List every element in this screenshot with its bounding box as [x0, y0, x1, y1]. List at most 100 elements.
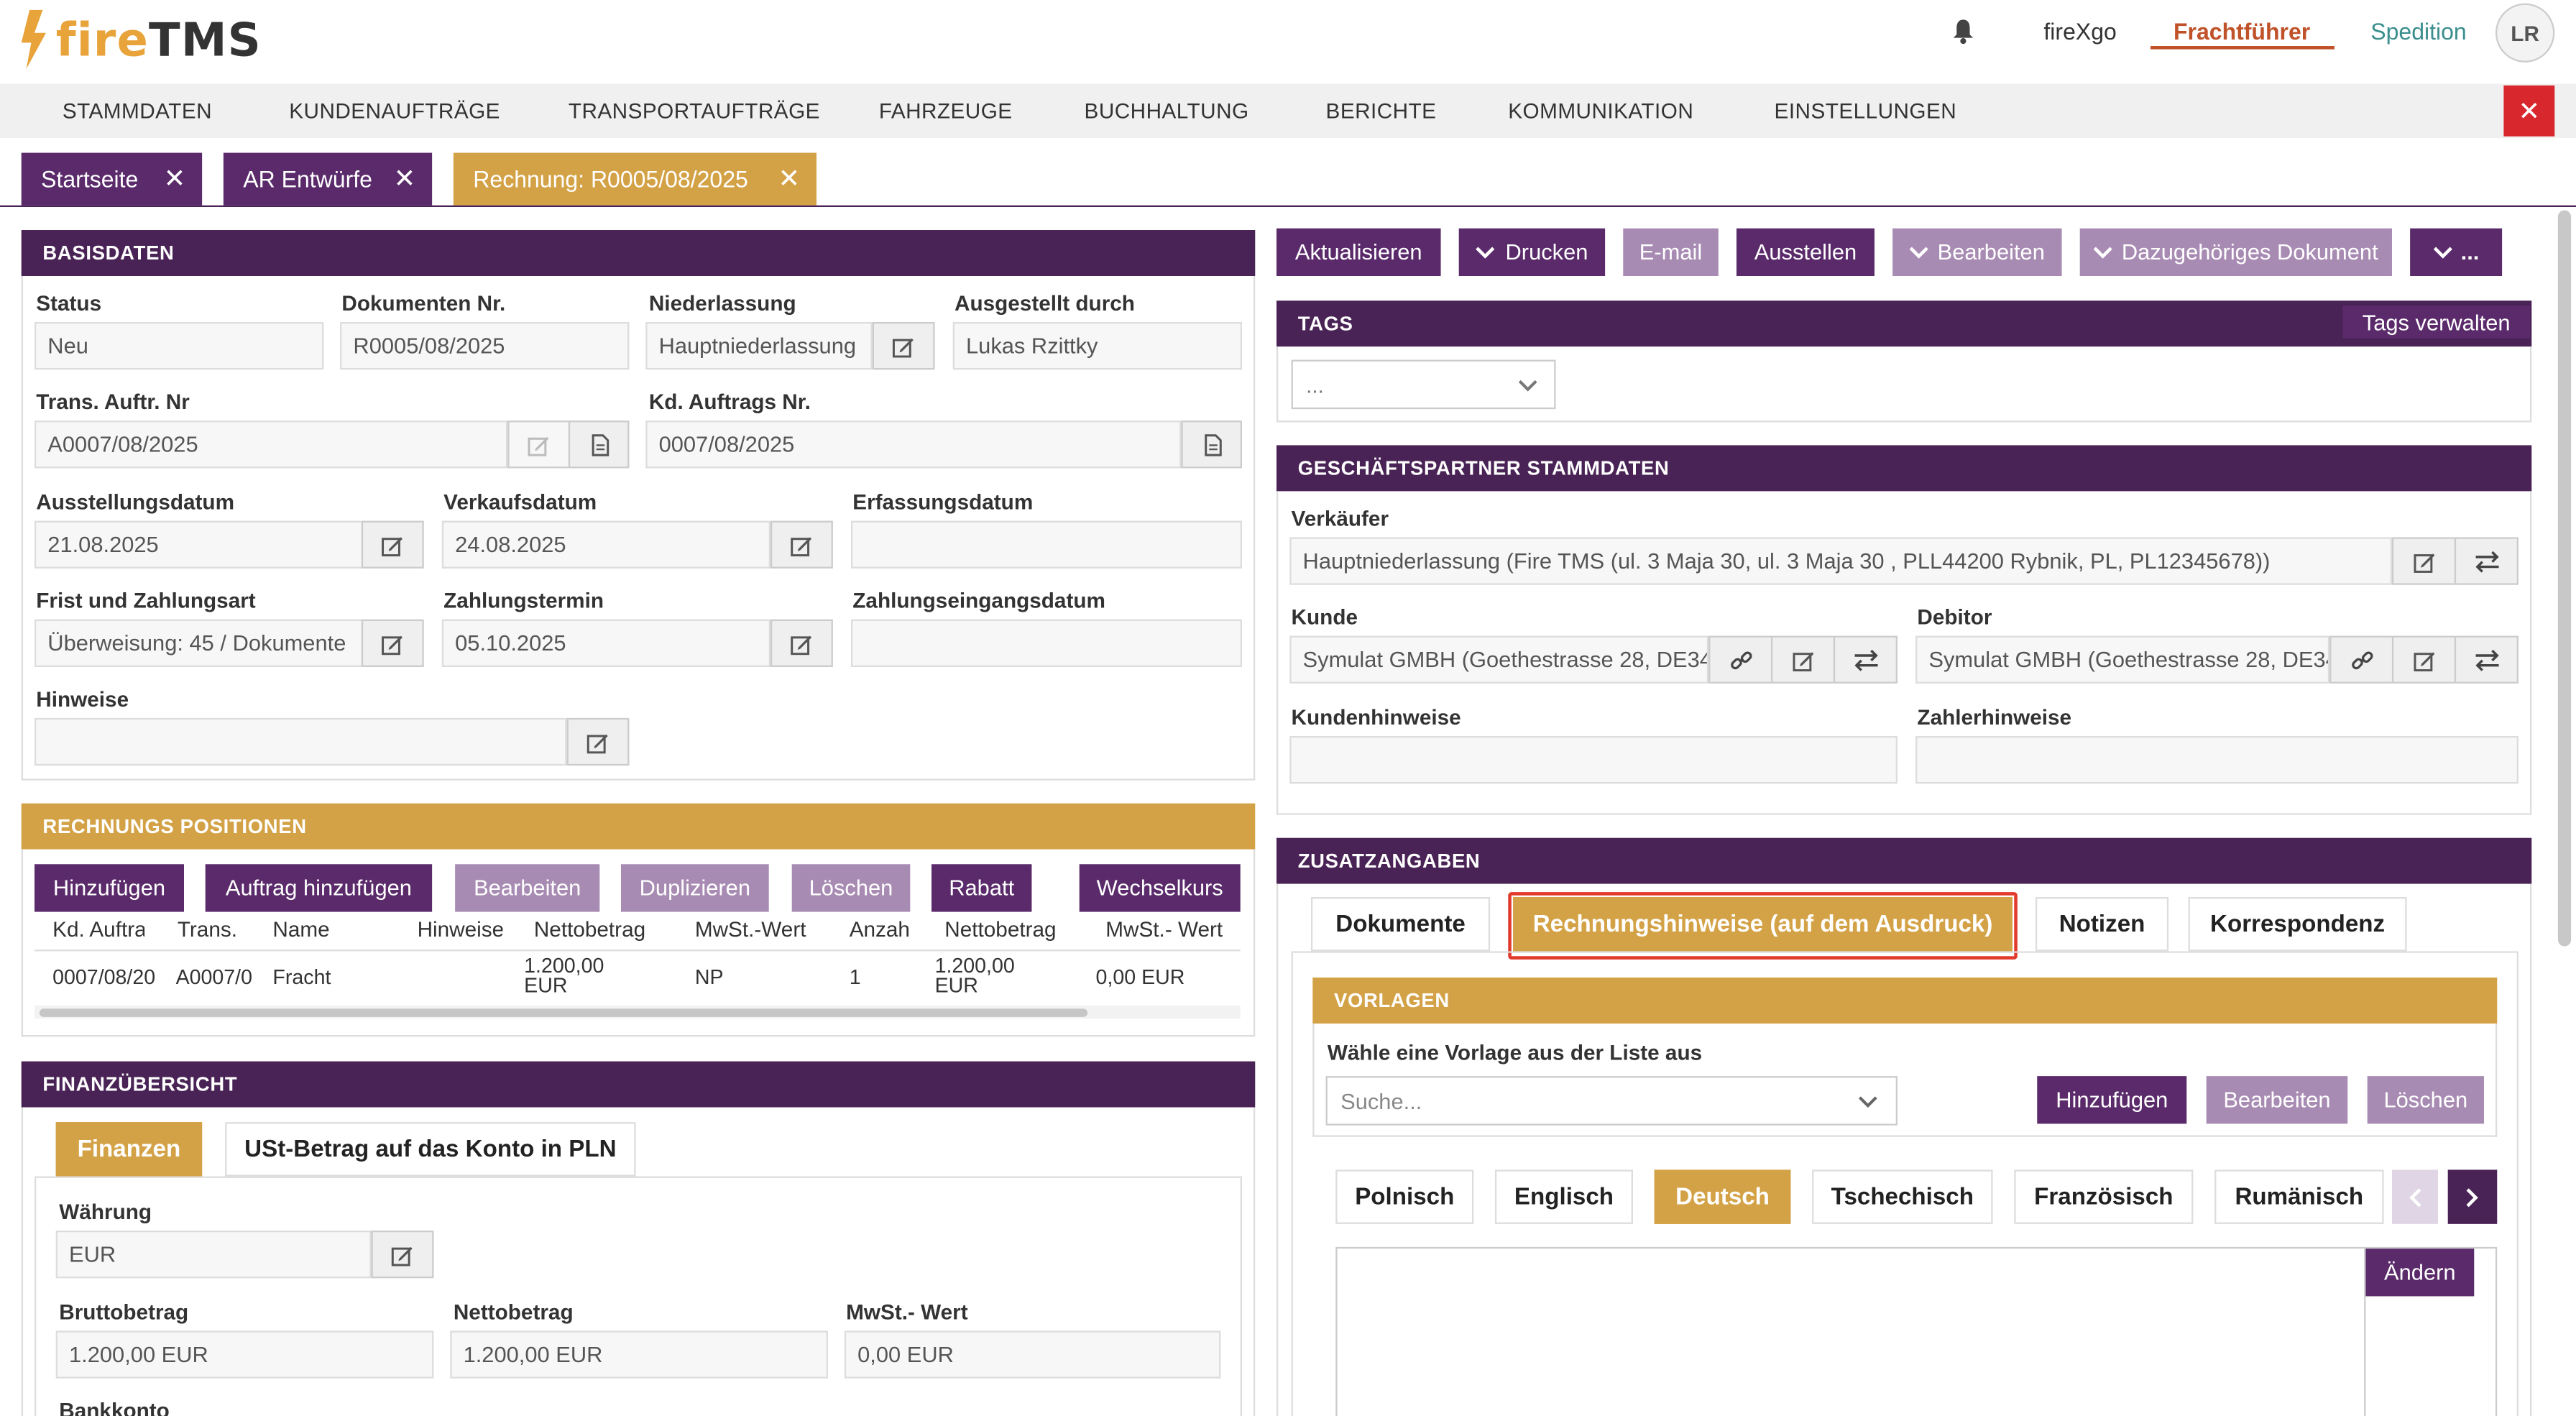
ztermin-field[interactable]: 05.10.2025: [441, 619, 770, 667]
duplizieren-button[interactable]: Duplizieren: [620, 864, 769, 912]
loeschen-button[interactable]: Löschen: [791, 864, 911, 912]
debitor-field[interactable]: Symulat GMBH (Goethestrasse 28, DE34: [1915, 635, 2330, 684]
tags-verwalten-button[interactable]: Tags verwalten: [2342, 305, 2530, 339]
aendern-button[interactable]: Ändern: [2365, 1249, 2475, 1297]
more-actions-button[interactable]: ...: [2410, 228, 2503, 276]
close-icon[interactable]: ✕: [394, 162, 416, 196]
firetms-logo[interactable]: fireTMS: [19, 9, 261, 69]
edit-button[interactable]: [566, 717, 630, 766]
frist-field[interactable]: Überweisung: 45 / Dokumente: [34, 619, 364, 667]
close-all-button[interactable]: ✕: [2503, 85, 2555, 137]
ausst-field[interactable]: 21.08.2025: [34, 520, 364, 569]
lang-tab-tschechisch[interactable]: Tschechisch: [1812, 1169, 1993, 1224]
waehrung-field[interactable]: EUR: [55, 1230, 372, 1279]
avatar[interactable]: LR: [2495, 3, 2555, 63]
kd-field[interactable]: 0007/08/2025: [645, 420, 1182, 469]
column-header[interactable]: MwSt.- Wert: [1105, 916, 1237, 941]
lang-prev-button[interactable]: [2391, 1169, 2438, 1224]
tab-ust-pln[interactable]: USt-Betrag auf das Konto in PLN: [225, 1122, 636, 1177]
edit-button[interactable]: [1770, 635, 1836, 684]
menu-einstellungen[interactable]: EINSTELLUNGEN: [1775, 98, 1957, 123]
column-header[interactable]: Trans.: [178, 916, 252, 941]
hinweise-field[interactable]: [34, 717, 567, 766]
wechselkurs-button[interactable]: Wechselkurs: [1079, 864, 1241, 912]
bearbeiten-dropdown-button[interactable]: Bearbeiten: [1892, 228, 2062, 276]
column-header[interactable]: Anzah: [850, 916, 915, 941]
swap-button[interactable]: [2454, 537, 2518, 585]
lang-tab-rumaenisch[interactable]: Rumänisch: [2214, 1169, 2384, 1224]
role-spedition[interactable]: Spedition: [2370, 18, 2466, 45]
user-link[interactable]: fireXgo: [2043, 18, 2116, 45]
aktualisieren-button[interactable]: Aktualisieren: [1276, 228, 1441, 276]
menu-kundenauftraege[interactable]: KUNDENAUFTRÄGE: [289, 98, 500, 123]
ausstellen-button[interactable]: Ausstellen: [1736, 228, 1874, 276]
tab-dokumente[interactable]: Dokumente: [1310, 896, 1491, 952]
page-scrollbar[interactable]: [2557, 210, 2572, 947]
document-button[interactable]: [568, 420, 630, 469]
edit-button[interactable]: [770, 619, 833, 667]
lang-tab-polnisch[interactable]: Polnisch: [1335, 1169, 1474, 1224]
menu-kommunikation[interactable]: KOMMUNIKATION: [1508, 98, 1693, 123]
menu-fahrzeuge[interactable]: FAHRZEUGE: [879, 98, 1013, 123]
edit-button[interactable]: [872, 321, 935, 370]
tab-korrespondenz[interactable]: Korrespondenz: [2188, 896, 2407, 952]
rabatt-button[interactable]: Rabatt: [931, 864, 1032, 912]
tab-startseite[interactable]: Startseite ✕: [21, 152, 203, 206]
column-header[interactable]: Nettobetrag: [944, 916, 1076, 941]
close-icon[interactable]: ✕: [778, 162, 800, 196]
column-header[interactable]: Hinweise: [418, 916, 503, 941]
vorlage-search-select[interactable]: Suche...: [1325, 1076, 1898, 1126]
tab-rechnungshinweise[interactable]: Rechnungshinweise (auf dem Ausdruck): [1513, 896, 2012, 952]
close-icon[interactable]: ✕: [164, 162, 186, 196]
zahlerhinweise-field[interactable]: [1915, 735, 2518, 784]
column-header[interactable]: Kd. Auftra: [52, 916, 144, 941]
tab-ar-entwuerfe[interactable]: AR Entwürfe ✕: [223, 152, 433, 206]
brutto-field[interactable]: 1.200,00 EUR: [55, 1330, 434, 1379]
ausgestellt-field[interactable]: Lukas Rzittky: [952, 321, 1242, 370]
rechnungshinweise-text-area[interactable]: [1335, 1246, 2498, 1416]
zeingang-field[interactable]: [850, 619, 1242, 667]
edit-button[interactable]: [361, 520, 424, 569]
verkaeufer-field[interactable]: Hauptniederlassung (Fire TMS (ul. 3 Maja…: [1289, 537, 2392, 585]
link-button[interactable]: [2329, 635, 2394, 684]
document-button[interactable]: [1181, 420, 1242, 469]
tab-rechnung[interactable]: Rechnung: R0005/08/2025 ✕: [453, 152, 816, 206]
dazugehoeriges-dokument-button[interactable]: Dazugehöriges Dokument: [2079, 228, 2392, 276]
menu-buchhaltung[interactable]: BUCHHALTUNG: [1085, 98, 1249, 123]
notification-bell-icon[interactable]: [1951, 18, 1974, 45]
link-button[interactable]: [1708, 635, 1773, 684]
lang-next-button[interactable]: [2447, 1169, 2498, 1224]
vorlage-bearbeiten-button[interactable]: Bearbeiten: [2206, 1076, 2348, 1124]
edit-button[interactable]: [770, 520, 833, 569]
email-button[interactable]: E-mail: [1623, 228, 1719, 276]
tab-notizen[interactable]: Notizen: [2035, 896, 2169, 952]
lang-tab-franzoesisch[interactable]: Französisch: [2014, 1169, 2194, 1224]
column-header[interactable]: Name: [272, 916, 387, 941]
trans-field[interactable]: A0007/08/2025: [34, 420, 508, 469]
menu-stammdaten[interactable]: STAMMDATEN: [63, 98, 212, 123]
doknr-field[interactable]: R0005/08/2025: [340, 321, 630, 370]
menu-transportauftraege[interactable]: TRANSPORTAUFTRÄGE: [569, 98, 820, 123]
role-frachtfuehrer[interactable]: Frachtführer: [2174, 18, 2310, 45]
tab-finanzen[interactable]: Finanzen: [55, 1122, 203, 1177]
table-row[interactable]: 0007/08/20 A0007/0 Fracht 1.200,00 EUR N…: [34, 953, 1241, 1003]
kundenhinweise-field[interactable]: [1289, 735, 1898, 784]
edit-button[interactable]: [2391, 635, 2457, 684]
mwst-field[interactable]: 0,00 EUR: [844, 1330, 1221, 1379]
drucken-button[interactable]: Drucken: [1458, 228, 1606, 276]
tags-select[interactable]: ...: [1291, 359, 1556, 410]
lang-tab-englisch[interactable]: Englisch: [1494, 1169, 1633, 1224]
edit-button[interactable]: [2391, 537, 2457, 585]
status-field[interactable]: Neu: [34, 321, 324, 370]
kunde-field[interactable]: Symulat GMBH (Goethestrasse 28, DE34: [1289, 635, 1709, 684]
column-header[interactable]: MwSt.-Wert: [695, 916, 827, 941]
menu-berichte[interactable]: BERICHTE: [1326, 98, 1437, 123]
erf-field[interactable]: [850, 520, 1242, 569]
swap-button[interactable]: [1833, 635, 1898, 684]
swap-button[interactable]: [2454, 635, 2518, 684]
column-header[interactable]: Nettobetrag: [534, 916, 666, 941]
niederlassung-field[interactable]: Hauptniederlassung: [645, 321, 873, 370]
edit-button[interactable]: [371, 1230, 434, 1279]
vorlage-loeschen-button[interactable]: Löschen: [2367, 1076, 2484, 1124]
vorlage-hinzufuegen-button[interactable]: Hinzufügen: [2037, 1076, 2187, 1124]
